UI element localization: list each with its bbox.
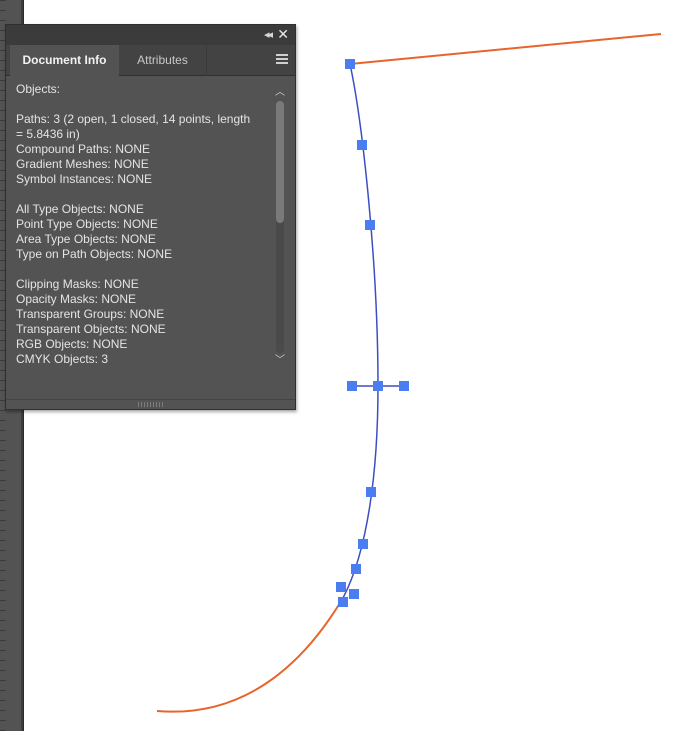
info-line: Transparent Groups: NONE [16, 307, 165, 321]
handle-point[interactable] [347, 381, 357, 391]
chevron-down-icon[interactable]: ﹀ [274, 355, 286, 367]
anchor-points[interactable] [336, 59, 409, 607]
anchor-point[interactable] [358, 539, 368, 549]
info-line: Compound Paths: NONE [16, 142, 151, 156]
info-line: CMYK Objects: 3 [16, 352, 109, 366]
info-line: Transparent Objects: NONE [16, 322, 166, 336]
orange-path-top[interactable] [349, 33, 662, 65]
scroll-track[interactable] [276, 101, 284, 353]
anchor-point[interactable] [345, 59, 355, 69]
anchor-point[interactable] [351, 564, 361, 574]
anchor-point[interactable] [336, 582, 346, 592]
panel-footer [6, 399, 295, 409]
tab-attributes[interactable]: Attributes [119, 45, 207, 76]
anchor-point[interactable] [366, 487, 376, 497]
panel-titlebar[interactable]: ◂◂ ✕ [6, 25, 295, 45]
info-line: Opacity Masks: NONE [16, 292, 137, 306]
anchor-point[interactable] [349, 589, 359, 599]
orange-path-bottom[interactable] [156, 597, 344, 713]
resize-grip-icon[interactable] [138, 402, 164, 407]
hamburger-menu-icon[interactable] [276, 54, 288, 64]
panel-scrollbar[interactable]: ︿ ﹀ [274, 87, 286, 367]
info-line: Point Type Objects: NONE [16, 217, 158, 231]
anchor-point[interactable] [373, 381, 383, 391]
chevron-up-icon[interactable]: ︿ [274, 87, 286, 99]
document-info-content: Objects: Paths: 3 (2 open, 1 closed, 14 p… [6, 76, 270, 366]
tab-document-info[interactable]: Document Info [10, 45, 119, 76]
anchor-point[interactable] [338, 597, 348, 607]
footer-divider [6, 399, 295, 400]
panel-tabbar: Document Info Attributes [6, 45, 295, 76]
double-chevron-left-icon[interactable]: ◂◂ [264, 27, 273, 43]
info-line: Clipping Masks: NONE [16, 277, 139, 291]
info-line: Paths: 3 (2 open, 1 closed, 14 points, l… [16, 112, 251, 141]
close-icon[interactable]: ✕ [277, 26, 289, 42]
info-line: RGB Objects: NONE [16, 337, 128, 351]
anchor-point[interactable] [365, 220, 375, 230]
info-line: Objects: [16, 82, 61, 96]
info-line: Type on Path Objects: NONE [16, 247, 173, 261]
info-line: All Type Objects: NONE [16, 202, 144, 216]
info-line: Symbol Instances: NONE [16, 172, 153, 186]
info-line: Gradient Meshes: NONE [16, 157, 149, 171]
handle-point[interactable] [399, 381, 409, 391]
document-info-panel[interactable]: ◂◂ ✕ Document Info Attributes Objects: Pa… [5, 24, 296, 410]
anchor-point[interactable] [357, 140, 367, 150]
info-line: Area Type Objects: NONE [16, 232, 156, 246]
scroll-thumb[interactable] [276, 101, 284, 223]
